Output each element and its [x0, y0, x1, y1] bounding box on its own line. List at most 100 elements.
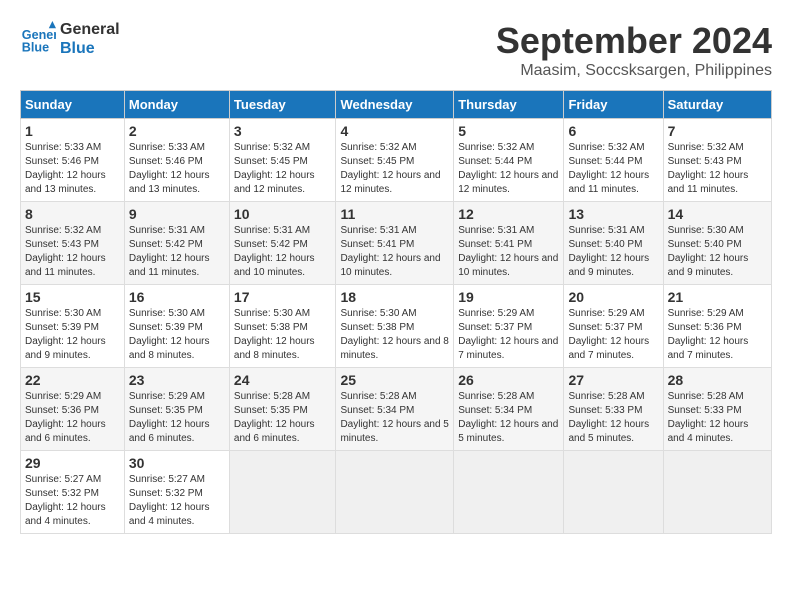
day-detail: Sunrise: 5:32 AMSunset: 5:44 PMDaylight:… [568, 142, 649, 195]
day-number: 3 [234, 123, 332, 139]
calendar-cell: 13 Sunrise: 5:31 AMSunset: 5:40 PMDaylig… [564, 202, 663, 285]
day-detail: Sunrise: 5:31 AMSunset: 5:41 PMDaylight:… [458, 225, 558, 278]
day-number: 30 [129, 455, 225, 471]
day-number: 15 [25, 289, 120, 305]
day-number: 8 [25, 206, 120, 222]
logo-icon: General Blue [20, 21, 56, 57]
calendar-week-row: 1 Sunrise: 5:33 AMSunset: 5:46 PMDayligh… [21, 119, 772, 202]
day-number: 13 [568, 206, 658, 222]
day-number: 22 [25, 372, 120, 388]
calendar-week-row: 15 Sunrise: 5:30 AMSunset: 5:39 PMDaylig… [21, 285, 772, 368]
calendar-cell: 18 Sunrise: 5:30 AMSunset: 5:38 PMDaylig… [336, 285, 454, 368]
calendar-cell: 26 Sunrise: 5:28 AMSunset: 5:34 PMDaylig… [454, 368, 564, 451]
calendar-cell: 5 Sunrise: 5:32 AMSunset: 5:44 PMDayligh… [454, 119, 564, 202]
day-detail: Sunrise: 5:30 AMSunset: 5:38 PMDaylight:… [340, 308, 448, 361]
day-number: 12 [458, 206, 559, 222]
calendar-cell: 10 Sunrise: 5:31 AMSunset: 5:42 PMDaylig… [229, 202, 336, 285]
calendar-week-row: 29 Sunrise: 5:27 AMSunset: 5:32 PMDaylig… [21, 451, 772, 534]
day-number: 4 [340, 123, 449, 139]
day-number: 7 [668, 123, 767, 139]
calendar-week-row: 22 Sunrise: 5:29 AMSunset: 5:36 PMDaylig… [21, 368, 772, 451]
page-header: General Blue General Blue September 2024… [20, 20, 772, 80]
day-number: 6 [568, 123, 658, 139]
day-detail: Sunrise: 5:30 AMSunset: 5:38 PMDaylight:… [234, 308, 315, 361]
calendar-cell: 27 Sunrise: 5:28 AMSunset: 5:33 PMDaylig… [564, 368, 663, 451]
header-monday: Monday [124, 91, 229, 119]
header-saturday: Saturday [663, 91, 771, 119]
calendar-cell: 2 Sunrise: 5:33 AMSunset: 5:46 PMDayligh… [124, 119, 229, 202]
day-detail: Sunrise: 5:29 AMSunset: 5:36 PMDaylight:… [25, 391, 106, 444]
calendar-cell: 25 Sunrise: 5:28 AMSunset: 5:34 PMDaylig… [336, 368, 454, 451]
calendar-cell: 14 Sunrise: 5:30 AMSunset: 5:40 PMDaylig… [663, 202, 771, 285]
day-detail: Sunrise: 5:27 AMSunset: 5:32 PMDaylight:… [129, 474, 210, 527]
day-detail: Sunrise: 5:28 AMSunset: 5:34 PMDaylight:… [340, 391, 448, 444]
day-number: 9 [129, 206, 225, 222]
day-number: 29 [25, 455, 120, 471]
calendar-cell: 3 Sunrise: 5:32 AMSunset: 5:45 PMDayligh… [229, 119, 336, 202]
day-detail: Sunrise: 5:31 AMSunset: 5:42 PMDaylight:… [234, 225, 315, 278]
day-detail: Sunrise: 5:28 AMSunset: 5:34 PMDaylight:… [458, 391, 558, 444]
calendar-week-row: 8 Sunrise: 5:32 AMSunset: 5:43 PMDayligh… [21, 202, 772, 285]
logo: General Blue General Blue [20, 20, 120, 58]
calendar-cell: 20 Sunrise: 5:29 AMSunset: 5:37 PMDaylig… [564, 285, 663, 368]
calendar-cell: 11 Sunrise: 5:31 AMSunset: 5:41 PMDaylig… [336, 202, 454, 285]
logo-line1: General [60, 20, 120, 39]
calendar-cell: 12 Sunrise: 5:31 AMSunset: 5:41 PMDaylig… [454, 202, 564, 285]
logo-line2: Blue [60, 39, 120, 58]
day-detail: Sunrise: 5:32 AMSunset: 5:43 PMDaylight:… [668, 142, 749, 195]
day-detail: Sunrise: 5:30 AMSunset: 5:40 PMDaylight:… [668, 225, 749, 278]
day-number: 18 [340, 289, 449, 305]
calendar-cell [564, 451, 663, 534]
day-number: 26 [458, 372, 559, 388]
calendar-cell: 16 Sunrise: 5:30 AMSunset: 5:39 PMDaylig… [124, 285, 229, 368]
day-detail: Sunrise: 5:32 AMSunset: 5:44 PMDaylight:… [458, 142, 558, 195]
day-detail: Sunrise: 5:31 AMSunset: 5:41 PMDaylight:… [340, 225, 440, 278]
page-title: September 2024 [496, 20, 772, 62]
day-number: 17 [234, 289, 332, 305]
day-number: 25 [340, 372, 449, 388]
day-number: 21 [668, 289, 767, 305]
day-number: 14 [668, 206, 767, 222]
day-number: 10 [234, 206, 332, 222]
calendar-cell: 29 Sunrise: 5:27 AMSunset: 5:32 PMDaylig… [21, 451, 125, 534]
calendar-header-row: Sunday Monday Tuesday Wednesday Thursday… [21, 91, 772, 119]
calendar-cell [229, 451, 336, 534]
calendar-cell [336, 451, 454, 534]
page-subtitle: Maasim, Soccsksargen, Philippines [496, 62, 772, 80]
calendar-cell: 24 Sunrise: 5:28 AMSunset: 5:35 PMDaylig… [229, 368, 336, 451]
calendar-table: Sunday Monday Tuesday Wednesday Thursday… [20, 90, 772, 534]
calendar-cell: 8 Sunrise: 5:32 AMSunset: 5:43 PMDayligh… [21, 202, 125, 285]
header-sunday: Sunday [21, 91, 125, 119]
day-detail: Sunrise: 5:30 AMSunset: 5:39 PMDaylight:… [25, 308, 106, 361]
day-number: 20 [568, 289, 658, 305]
calendar-cell: 21 Sunrise: 5:29 AMSunset: 5:36 PMDaylig… [663, 285, 771, 368]
day-detail: Sunrise: 5:30 AMSunset: 5:39 PMDaylight:… [129, 308, 210, 361]
title-block: September 2024 Maasim, Soccsksargen, Phi… [496, 20, 772, 80]
calendar-cell: 28 Sunrise: 5:28 AMSunset: 5:33 PMDaylig… [663, 368, 771, 451]
calendar-cell: 1 Sunrise: 5:33 AMSunset: 5:46 PMDayligh… [21, 119, 125, 202]
day-detail: Sunrise: 5:27 AMSunset: 5:32 PMDaylight:… [25, 474, 106, 527]
day-detail: Sunrise: 5:29 AMSunset: 5:37 PMDaylight:… [568, 308, 649, 361]
day-number: 23 [129, 372, 225, 388]
day-detail: Sunrise: 5:29 AMSunset: 5:36 PMDaylight:… [668, 308, 749, 361]
day-detail: Sunrise: 5:28 AMSunset: 5:35 PMDaylight:… [234, 391, 315, 444]
calendar-cell: 30 Sunrise: 5:27 AMSunset: 5:32 PMDaylig… [124, 451, 229, 534]
calendar-cell: 7 Sunrise: 5:32 AMSunset: 5:43 PMDayligh… [663, 119, 771, 202]
day-detail: Sunrise: 5:32 AMSunset: 5:45 PMDaylight:… [234, 142, 315, 195]
day-detail: Sunrise: 5:28 AMSunset: 5:33 PMDaylight:… [668, 391, 749, 444]
day-number: 1 [25, 123, 120, 139]
header-friday: Friday [564, 91, 663, 119]
day-detail: Sunrise: 5:31 AMSunset: 5:40 PMDaylight:… [568, 225, 649, 278]
day-detail: Sunrise: 5:32 AMSunset: 5:43 PMDaylight:… [25, 225, 106, 278]
svg-text:Blue: Blue [22, 41, 49, 55]
day-detail: Sunrise: 5:28 AMSunset: 5:33 PMDaylight:… [568, 391, 649, 444]
day-detail: Sunrise: 5:33 AMSunset: 5:46 PMDaylight:… [129, 142, 210, 195]
calendar-cell: 17 Sunrise: 5:30 AMSunset: 5:38 PMDaylig… [229, 285, 336, 368]
header-tuesday: Tuesday [229, 91, 336, 119]
calendar-cell: 4 Sunrise: 5:32 AMSunset: 5:45 PMDayligh… [336, 119, 454, 202]
day-number: 11 [340, 206, 449, 222]
header-thursday: Thursday [454, 91, 564, 119]
day-number: 28 [668, 372, 767, 388]
header-wednesday: Wednesday [336, 91, 454, 119]
calendar-cell: 6 Sunrise: 5:32 AMSunset: 5:44 PMDayligh… [564, 119, 663, 202]
